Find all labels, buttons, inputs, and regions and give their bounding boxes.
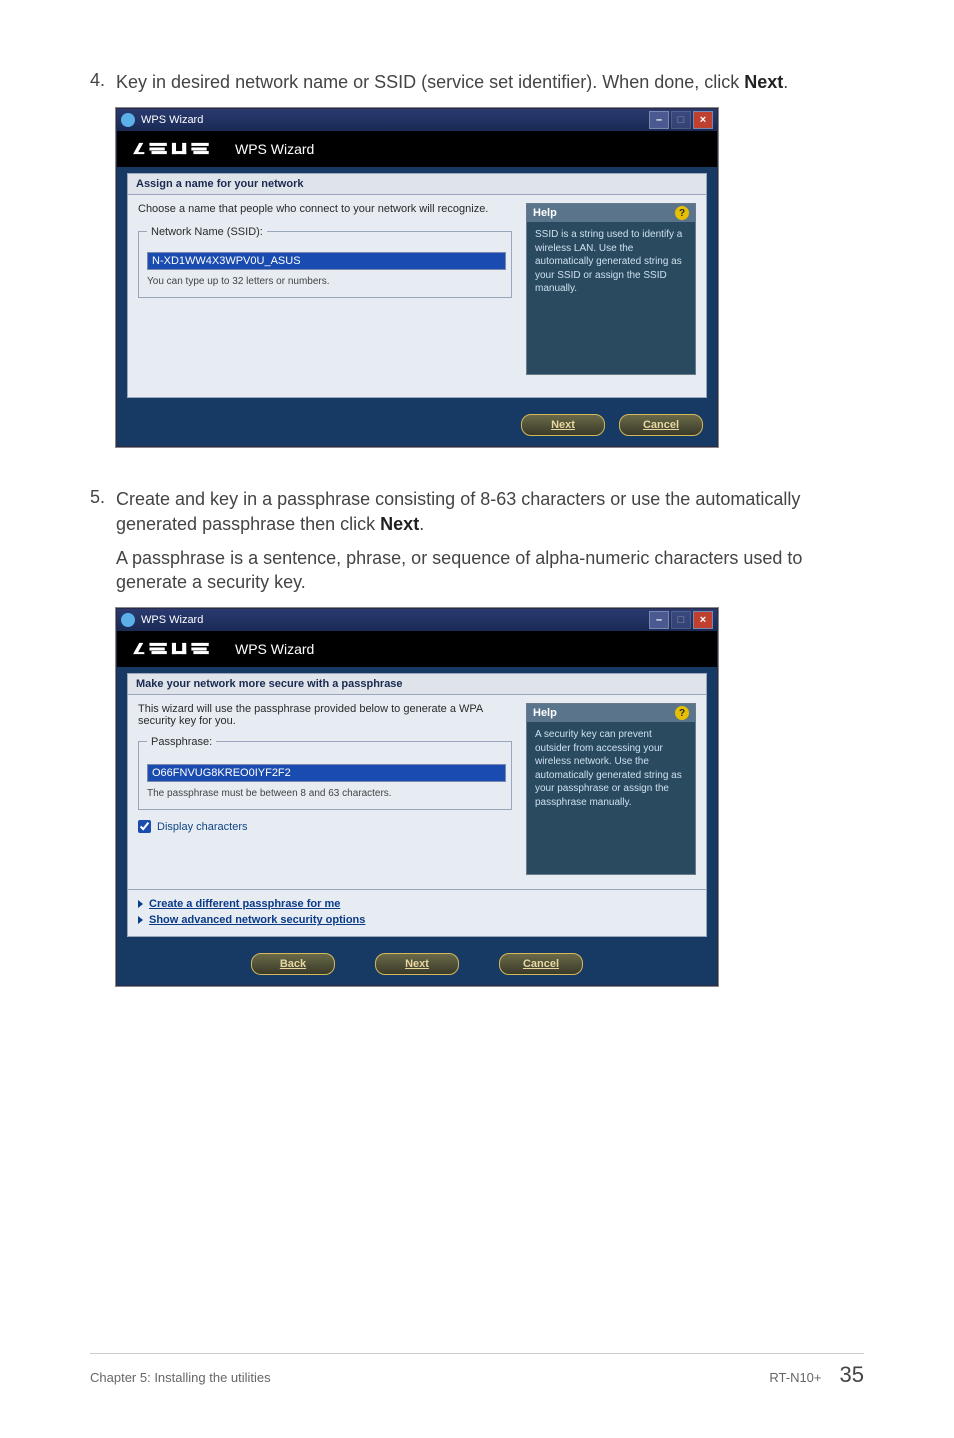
ssid-input[interactable]: [147, 252, 506, 270]
ssid-hint: You can type up to 32 letters or numbers…: [147, 276, 503, 287]
close-button[interactable]: ×: [693, 111, 713, 129]
cancel-button[interactable]: Cancel: [499, 953, 583, 975]
help-body: SSID is a string used to identify a wire…: [527, 222, 695, 374]
cancel-button[interactable]: Cancel: [619, 414, 703, 436]
minimize-button[interactable]: –: [649, 611, 669, 629]
help-icon: ?: [675, 706, 689, 720]
link-label: Show advanced network security options: [149, 914, 365, 926]
step4-text: Key in desired network name or SSID (ser…: [116, 70, 788, 94]
ssid-legend: Network Name (SSID):: [147, 226, 267, 238]
window-title: WPS Wizard: [141, 114, 203, 126]
maximize-button: □: [671, 611, 691, 629]
section-heading: Make your network more secure with a pas…: [127, 673, 707, 694]
brand-title: WPS Wizard: [235, 641, 314, 657]
show-advanced-security-link[interactable]: Show advanced network security options: [138, 912, 696, 928]
titlebar: WPS Wizard – □ ×: [117, 109, 717, 131]
create-different-passphrase-link[interactable]: Create a different passphrase for me: [138, 896, 696, 912]
minimize-button[interactable]: –: [649, 111, 669, 129]
asus-logo: [129, 638, 221, 660]
display-characters-checkbox[interactable]: [138, 820, 151, 833]
step4-bold: Next: [744, 72, 783, 92]
wizard-passphrase: WPS Wizard – □ ×: [116, 608, 718, 986]
brand-bar: WPS Wizard: [117, 131, 717, 167]
app-icon: [121, 613, 135, 627]
passphrase-input[interactable]: [147, 764, 506, 782]
next-button[interactable]: Next: [375, 953, 459, 975]
asus-logo: [129, 138, 221, 160]
display-characters-row[interactable]: Display characters: [138, 820, 512, 833]
brand-title: WPS Wizard: [235, 141, 314, 157]
help-body: A security key can prevent outsider from…: [527, 722, 695, 874]
step5-bold: Next: [380, 514, 419, 534]
help-title: Help: [533, 207, 557, 219]
titlebar: WPS Wizard – □ ×: [117, 609, 717, 631]
step4-number: 4.: [90, 70, 116, 91]
brand-bar: WPS Wizard: [117, 631, 717, 667]
step5-number: 5.: [90, 487, 116, 508]
help-icon: ?: [675, 206, 689, 220]
section-intro: This wizard will use the passphrase prov…: [138, 703, 512, 727]
step5-pre: Create and key in a passphrase consistin…: [116, 489, 800, 533]
help-title: Help: [533, 707, 557, 719]
link-label: Create a different passphrase for me: [149, 898, 340, 910]
wizard-assign-name: WPS Wizard – □ ×: [116, 108, 718, 447]
page-footer: Chapter 5: Installing the utilities RT-N…: [90, 1353, 864, 1388]
step5-subtext: A passphrase is a sentence, phrase, or s…: [116, 546, 864, 595]
help-panel: Help ? SSID is a string used to identify…: [526, 203, 696, 375]
window-title: WPS Wizard: [141, 614, 203, 626]
help-panel: Help ? A security key can prevent outsid…: [526, 703, 696, 875]
next-button[interactable]: Next: [521, 414, 605, 436]
footer-chapter: Chapter 5: Installing the utilities: [90, 1370, 271, 1385]
step4-pre: Key in desired network name or SSID (ser…: [116, 72, 744, 92]
step5-post: .: [419, 514, 424, 534]
chevron-right-icon: [138, 916, 143, 924]
section-intro: Choose a name that people who connect to…: [138, 203, 512, 215]
step5-text: Create and key in a passphrase consistin…: [116, 487, 864, 536]
footer-page-number: 35: [840, 1362, 864, 1388]
maximize-button: □: [671, 111, 691, 129]
display-characters-label: Display characters: [157, 821, 247, 833]
step4-post: .: [783, 72, 788, 92]
close-button[interactable]: ×: [693, 611, 713, 629]
passphrase-legend: Passphrase:: [147, 736, 216, 748]
passphrase-hint: The passphrase must be between 8 and 63 …: [147, 788, 503, 799]
back-button[interactable]: Back: [251, 953, 335, 975]
section-heading: Assign a name for your network: [127, 173, 707, 194]
footer-model: RT-N10+: [769, 1370, 821, 1385]
chevron-right-icon: [138, 900, 143, 908]
app-icon: [121, 113, 135, 127]
